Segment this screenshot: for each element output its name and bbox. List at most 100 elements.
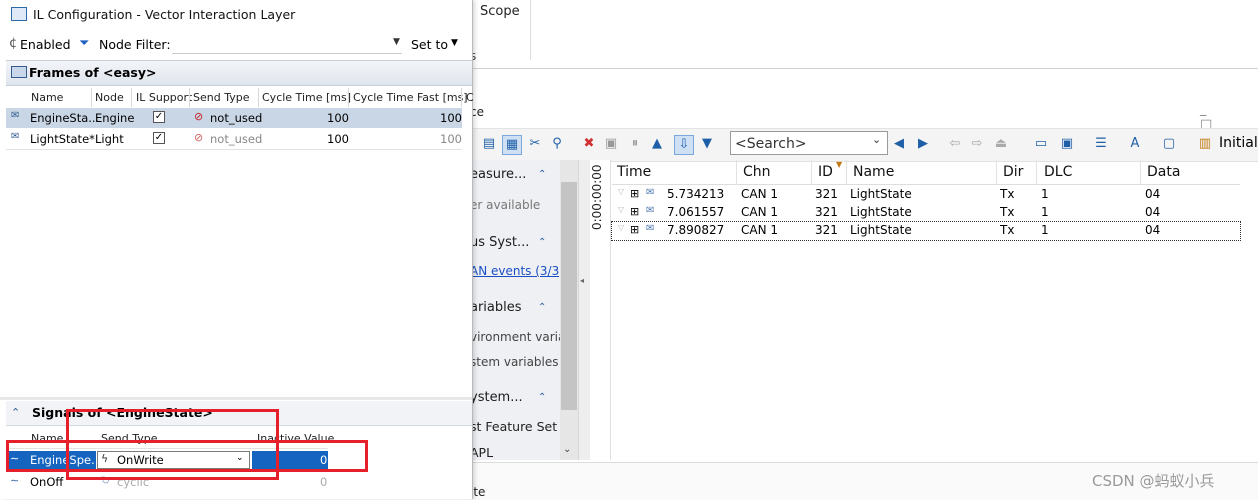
find-previous-icon[interactable]: ◀ [890,135,908,153]
inactive-value[interactable]: 0 [320,475,327,489]
chevron-down-icon[interactable]: ⌄ [563,444,571,455]
frames-col-cycle-time[interactable]: Cycle Time [ms] [262,91,351,104]
cell-dlc: 1 [1041,205,1049,219]
column-separator [348,88,349,107]
trace-row[interactable]: ▽ ⊞ ✉ 7.890827 CAN 1 321 LightState Tx 1… [611,221,1241,241]
auto-scroll-icon[interactable]: ⇩ [674,135,694,155]
frame-cycle-time-fast[interactable]: 100 [440,132,462,146]
delta-time-icon[interactable]: ▲ [648,135,666,153]
il-support-checkbox[interactable]: ✓ [153,111,165,123]
cell-name: LightState [850,187,912,201]
trace-row[interactable]: ▽ ⊞ ✉ 7.061557 CAN 1 321 LightState Tx 1… [612,204,1240,222]
nav-item[interactable]: APL [470,445,493,460]
il-window-icon [11,7,27,21]
node-filter-combo[interactable] [172,34,402,54]
cell-data: 04 [1145,223,1161,237]
nav-section-system[interactable]: ystem... [470,390,523,405]
frame-send-type[interactable]: not_used [210,111,262,125]
marker-icon[interactable]: ⏏ [992,135,1010,153]
chevron-down-icon[interactable]: ▼ [451,38,458,48]
frame-send-type[interactable]: not_used [210,132,262,146]
col-data[interactable]: Data [1147,164,1180,180]
chevron-up-icon[interactable]: ⌃ [11,406,20,419]
chevron-up-icon[interactable]: ⌃ [538,392,546,403]
chevron-up-icon[interactable]: ⌃ [538,237,546,248]
frame-cycle-time-fast[interactable]: 100 [440,111,462,125]
frame-cycle-time[interactable]: 100 [327,132,349,146]
chevron-down-icon[interactable]: ⌄ [872,133,881,146]
col-id[interactable]: ID [818,164,833,180]
color-icon[interactable]: ▢ [1160,135,1178,153]
can-events-link[interactable]: AN events (3/3) [470,264,564,278]
cell-time: 5.734213 [667,187,725,201]
back-icon[interactable]: ⇦ [946,135,964,153]
expand-icon[interactable]: ⊞ [630,187,639,200]
frames-col-node[interactable]: Node [95,91,124,104]
chevron-up-icon[interactable]: ⌃ [538,302,546,313]
font-icon[interactable]: A [1126,135,1144,153]
frame-cycle-time[interactable]: 100 [327,111,349,125]
initial-button-label[interactable]: Initial [1219,135,1258,151]
chevron-up-icon[interactable]: ⌃ [538,169,546,180]
cell-dir: Tx [1000,223,1015,237]
nav-item[interactable]: stem variables [470,355,559,369]
cell-data: 04 [1145,205,1161,219]
expand-icon[interactable]: ⊞ [630,205,639,218]
frames-empty-area [6,150,472,395]
layout-icon[interactable]: ☰ [1092,135,1110,153]
chevron-down-icon[interactable]: ▼ [393,37,400,47]
nav-item: er available [470,198,541,212]
expand-icon[interactable]: ⊞ [630,223,639,236]
collapse-left-icon[interactable]: ◂ [580,276,584,285]
signal-name[interactable]: OnOff [30,475,63,489]
frames-col-il-support[interactable]: IL Support [136,91,192,104]
col-time[interactable]: Time [617,164,651,180]
frame-name: LightState* [30,132,95,146]
pause-icon[interactable]: ⏸ [626,135,644,153]
column-separator [736,160,737,184]
ribbon-scope-label[interactable]: Scope [480,4,520,19]
signal-icon: ∼ [10,474,20,487]
initial-icon[interactable]: ▥ [1196,135,1214,153]
frames-col-cycle-time-fast[interactable]: Cycle Time Fast [ms] [353,91,468,104]
export-icon[interactable]: ▣ [1058,135,1076,153]
find-icon[interactable]: ⚲ [548,135,566,153]
forward-icon[interactable]: ⇨ [968,135,986,153]
message-icon: ✉ [646,223,655,234]
nav-section-variables[interactable]: ariables [470,300,522,315]
frames-col-send-type[interactable]: Send Type [193,91,249,104]
row-marker-icon: ▽ [618,205,625,214]
statistics-icon[interactable]: ✂ [526,135,544,153]
col-dlc[interactable]: DLC [1044,164,1072,180]
message-icon: ✉ [646,187,655,198]
detail-view-icon[interactable]: ▤ [480,135,498,153]
frames-col-name[interactable]: Name [31,91,63,104]
nav-item[interactable]: vironment varia [470,330,565,344]
nav-scrollbar-thumb[interactable] [561,182,577,410]
nav-section-bus-systems[interactable]: us Syst... [470,235,529,250]
nav-item[interactable]: st Feature Set [470,419,557,434]
window-icon[interactable]: ▭ [1032,135,1050,153]
frames-col-more[interactable]: C [466,91,474,104]
clear-icon[interactable]: ✖ [580,135,598,153]
trace-search-input[interactable]: <Search> [730,131,888,155]
col-name[interactable]: Name [853,164,894,180]
row-marker-icon: ▽ [618,187,625,196]
section-splitter[interactable] [0,397,472,400]
col-dir[interactable]: Dir [1003,164,1023,180]
find-next-icon[interactable]: ▶ [914,135,932,153]
cell-dlc: 1 [1041,223,1049,237]
frame-node: Light [95,132,124,146]
filter-marker-icon: ▼ [836,160,843,169]
enabled-toggle[interactable]: Enabled [20,37,71,52]
il-support-checkbox[interactable]: ✓ [153,132,165,144]
enabled-icon[interactable]: ¢ [9,36,17,51]
col-chn[interactable]: Chn [743,164,771,180]
set-to-button[interactable]: Set to [411,37,448,52]
nav-section-measurement[interactable]: easure... [470,167,526,182]
filter-toolbar-icon[interactable]: ▼ [698,135,716,153]
copy-icon[interactable]: ▣ [602,135,620,153]
chronological-view-icon[interactable]: ▦ [502,135,522,155]
cell-chn: CAN 1 [741,223,779,237]
trace-row[interactable]: ▽ ⊞ ✉ 5.734213 CAN 1 321 LightState Tx 1… [612,186,1240,204]
